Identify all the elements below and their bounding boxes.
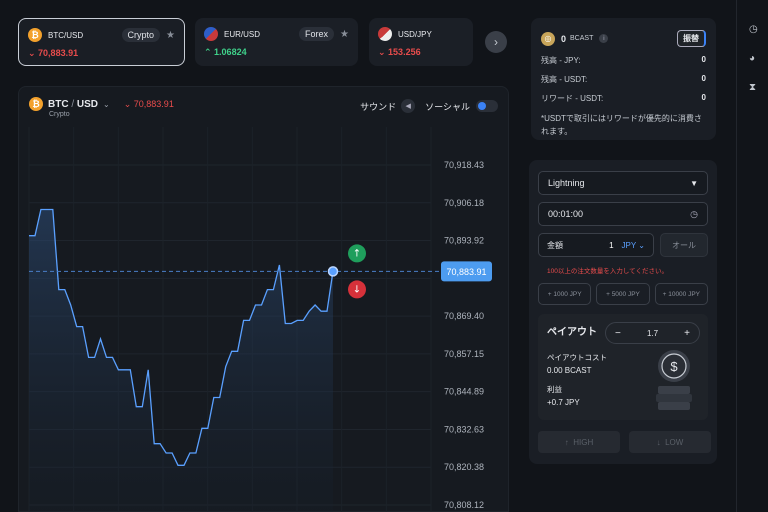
amount-value: 1 [609,240,614,250]
y-tick-label: 70,844.89 [444,387,484,397]
y-tick-label: 70,893.92 [444,236,484,246]
star-icon[interactable]: ★ [166,30,175,41]
payout-card: ペイアウト − 1.7 + ペイアウトコスト 0.00 BCAST 利益 +0.… [538,314,708,420]
pair-price: ⌃ 1.06824 [204,47,247,57]
dollar-coin-icon: $ [656,350,692,410]
pair-name: EUR/USD [224,29,261,39]
arrow-down-icon: ↓ [656,437,666,447]
chevron-right-icon[interactable]: › [485,31,507,53]
plus-button[interactable]: + [684,328,690,339]
svg-text:$: $ [670,359,678,374]
payout-value: 1.7 [646,328,659,338]
arrow-up-icon: ↑ [564,437,574,447]
y-tick-label: 70,820.38 [444,462,484,472]
clock-icon[interactable]: ◷ [749,24,758,35]
arrow-down-glyph: ↓ [353,284,361,295]
pair-price: ⌄ 153.256 [378,47,421,57]
pair-tag: Crypto [121,28,161,42]
bitcoin-icon: ₿ [28,28,42,42]
y-tick-label: 70,808.12 [444,500,484,510]
right-rail: ◷ ◕ ⧗ [736,0,768,512]
bcast-coin-icon: ◎ [541,31,555,46]
bcast-amount: 0 [561,33,567,44]
amount-input[interactable]: 金額 1 JPY ⌄ [538,233,654,257]
star-icon[interactable]: ★ [340,29,349,40]
y-tick-label: 70,906.18 [444,198,484,208]
price-area [29,209,333,512]
all-button[interactable]: オール [660,233,708,257]
balance-panel: ◎ 0 BCAST i 振替 残高 - JPY: 0 残高 - USDT: 0 リワ… [531,18,716,140]
currency-select[interactable]: JPY ⌄ [622,241,645,250]
balance-row-reward: リワード - USDT: 0 [541,93,706,103]
current-price-tag-label: 70,883.91 [446,267,486,277]
quick-add-10000-button[interactable]: + 10000 JPY [654,283,708,305]
quick-add-5000-button[interactable]: + 5000 JPY [596,283,650,305]
transfer-button[interactable]: 振替 [677,30,706,47]
pair-tag: Forex [299,27,335,41]
quick-add-1000-button[interactable]: + 1000 JPY [538,283,592,305]
pair-card-usdjpy[interactable]: USD/JPY ⌄ 153.256 [369,18,473,66]
pair-card-btcusd[interactable]: ₿ BTC/USD Crypto ★ ⌄ 70,883.91 [18,18,185,66]
minus-button[interactable]: − [615,328,621,339]
mode-value: Lightning [548,178,585,188]
high-button[interactable]: ↑ HIGH [538,431,620,453]
flag-eu-icon [204,27,218,41]
pair-price: ⌄ 70,883.91 [28,48,79,58]
balance-row-jpy: 残高 - JPY: 0 [541,55,706,65]
hourglass-icon[interactable]: ⧗ [749,82,756,93]
y-tick-label: 70,918.43 [444,160,484,170]
low-button[interactable]: ↓ LOW [629,431,711,453]
clock-icon: ◷ [690,208,698,219]
balance-row-usdt: 残高 - USDT: 0 [541,74,706,84]
current-price-dot [327,266,339,277]
info-icon[interactable]: i [599,34,609,43]
pie-chart-icon[interactable]: ◕ [749,53,755,64]
duration-field[interactable]: 00:01:00 ◷ [538,202,708,226]
pair-name: USD/JPY [398,29,432,39]
arrow-up-glyph: ↑ [353,248,361,259]
pair-name: BTC/USD [48,30,84,40]
payout-stepper: − 1.7 + [605,322,700,344]
amount-label: 金額 [547,240,563,250]
balance-note: *USDTで取引にはリワードが優先的に消費されます。 [541,114,702,136]
caret-down-icon: ▼ [690,178,698,188]
y-tick-label: 70,857.15 [444,349,484,359]
price-chart[interactable]: 70,918.43 70,906.18 70,893.92 70,869.40 70,8… [19,87,510,512]
bcast-unit: BCAST [570,35,594,42]
y-tick-label: 70,869.40 [444,311,484,321]
y-tick-label: 70,832.63 [444,424,484,434]
mode-select[interactable]: Lightning ▼ [538,171,708,195]
chart-panel: ₿ BTC / USD ⌄ ⌄ 70,883.91 Crypto サウンド ◀ … [18,86,509,512]
amount-error: 100以上の注文数量を入力してください。 [547,268,668,275]
pair-card-eurusd[interactable]: EUR/USD Forex ★ ⌃ 1.06824 [195,18,358,66]
flag-us-icon [378,27,392,41]
trading-screen: ₿ BTC/USD Crypto ★ ⌄ 70,883.91 EUR/USD F… [0,0,768,512]
trade-panel: Lightning ▼ 00:01:00 ◷ 金額 1 JPY ⌄ オール 10… [529,160,717,464]
duration-value: 00:01:00 [548,209,584,219]
